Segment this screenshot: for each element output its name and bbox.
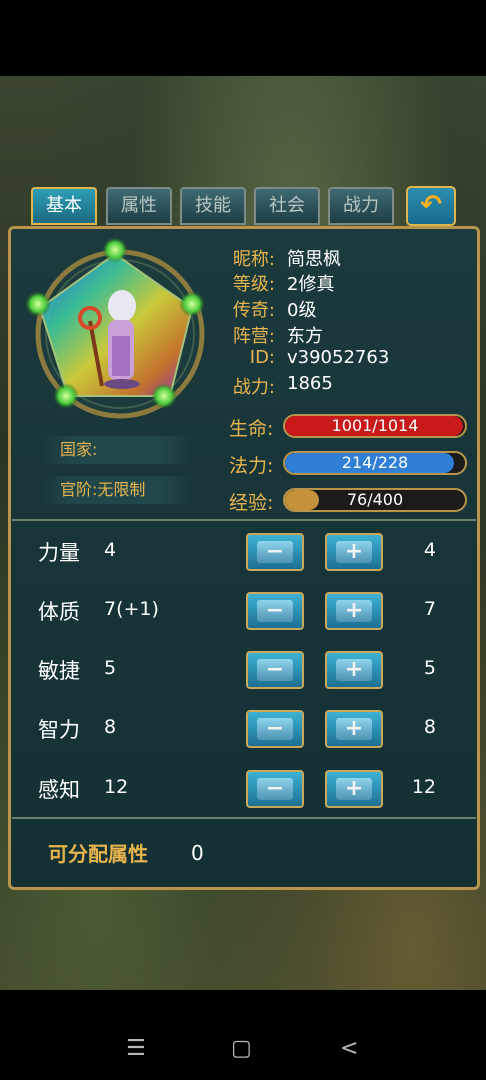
attribute-base-value: 12 — [104, 776, 129, 798]
decrease-button[interactable]: − — [246, 651, 304, 689]
section-divider — [12, 519, 476, 521]
power-label: 战力: — [232, 377, 275, 398]
nickname-value: 简思枫 — [287, 249, 341, 270]
attribute-base-value: 8 — [104, 716, 117, 738]
plus-icon: + — [336, 778, 372, 800]
legend-label: 传奇: — [232, 300, 275, 321]
increase-button[interactable]: + — [325, 770, 383, 808]
tab-basic[interactable]: 基本 — [31, 187, 97, 225]
increase-button[interactable]: + — [325, 710, 383, 748]
tab-attributes[interactable]: 属性 — [106, 187, 172, 225]
attribute-name: 敏捷 — [38, 659, 80, 683]
tab-combat-power[interactable]: 战力 — [328, 187, 394, 225]
allocatable-points-label: 可分配属性 — [48, 842, 148, 866]
increase-button[interactable]: + — [325, 533, 383, 571]
attribute-final-value: 4 — [423, 539, 436, 561]
attribute-final-value: 7 — [423, 598, 436, 620]
id-value: v39052763 — [287, 347, 390, 368]
minus-icon: − — [257, 600, 293, 622]
nickname-label: 昵称: — [232, 249, 275, 270]
minus-icon: − — [257, 718, 293, 740]
back-arrow-button[interactable]: ↶ — [406, 186, 456, 226]
hp-label: 生命: — [229, 418, 274, 440]
minus-icon: − — [257, 659, 293, 681]
faction-label: 阵营: — [232, 326, 275, 347]
attribute-final-value: 5 — [423, 657, 436, 679]
attribute-base-value: 4 — [104, 539, 117, 561]
plus-icon: + — [336, 659, 372, 681]
menu-icon[interactable]: ☰ — [126, 1036, 146, 1061]
minus-icon: − — [257, 541, 293, 563]
hp-bar: 1001/1014 — [283, 414, 467, 438]
status-bar — [0, 0, 486, 76]
decrease-button[interactable]: − — [246, 710, 304, 748]
official-rank-field: 官阶:无限制 — [42, 476, 192, 504]
mp-bar: 214/228 — [283, 451, 467, 475]
back-icon[interactable]: < — [340, 1036, 358, 1061]
id-label: ID: — [249, 347, 275, 368]
plus-icon: + — [336, 600, 372, 622]
power-value: 1865 — [287, 373, 333, 394]
attribute-name: 体质 — [38, 600, 80, 624]
tab-skills[interactable]: 技能 — [180, 187, 246, 225]
system-nav-bar — [0, 990, 486, 1080]
decrease-button[interactable]: − — [246, 770, 304, 808]
attribute-base-value: 7(+1) — [104, 598, 159, 620]
decrease-button[interactable]: − — [246, 533, 304, 571]
return-arrow-icon: ↶ — [420, 190, 442, 220]
minus-icon: − — [257, 778, 293, 800]
decrease-button[interactable]: − — [246, 592, 304, 630]
attribute-name: 感知 — [38, 778, 80, 802]
attribute-base-value: 5 — [104, 657, 117, 679]
exp-bar-text: 76/400 — [346, 490, 404, 509]
home-icon[interactable]: ▢ — [231, 1036, 252, 1061]
level-label: 等级: — [232, 274, 275, 295]
tab-social[interactable]: 社会 — [254, 187, 320, 225]
nation-field: 国家: — [42, 436, 192, 464]
attribute-name: 力量 — [38, 541, 80, 565]
faction-value: 东方 — [287, 326, 323, 347]
level-value: 2修真 — [287, 274, 335, 295]
plus-icon: + — [336, 718, 372, 740]
attribute-final-value: 12 — [411, 776, 436, 798]
section-divider — [12, 817, 476, 819]
exp-label: 经验: — [229, 492, 274, 514]
attribute-name: 智力 — [38, 718, 80, 742]
attribute-final-value: 8 — [423, 716, 436, 738]
increase-button[interactable]: + — [325, 592, 383, 630]
allocatable-points-value: 0 — [191, 841, 204, 865]
mp-bar-text: 214/228 — [341, 453, 409, 472]
hp-bar-text: 1001/1014 — [331, 416, 419, 435]
exp-bar: 76/400 — [283, 488, 467, 512]
plus-icon: + — [336, 541, 372, 563]
increase-button[interactable]: + — [325, 651, 383, 689]
mp-label: 法力: — [229, 455, 274, 477]
legend-value: 0级 — [287, 300, 317, 321]
character-portrait — [25, 237, 205, 419]
